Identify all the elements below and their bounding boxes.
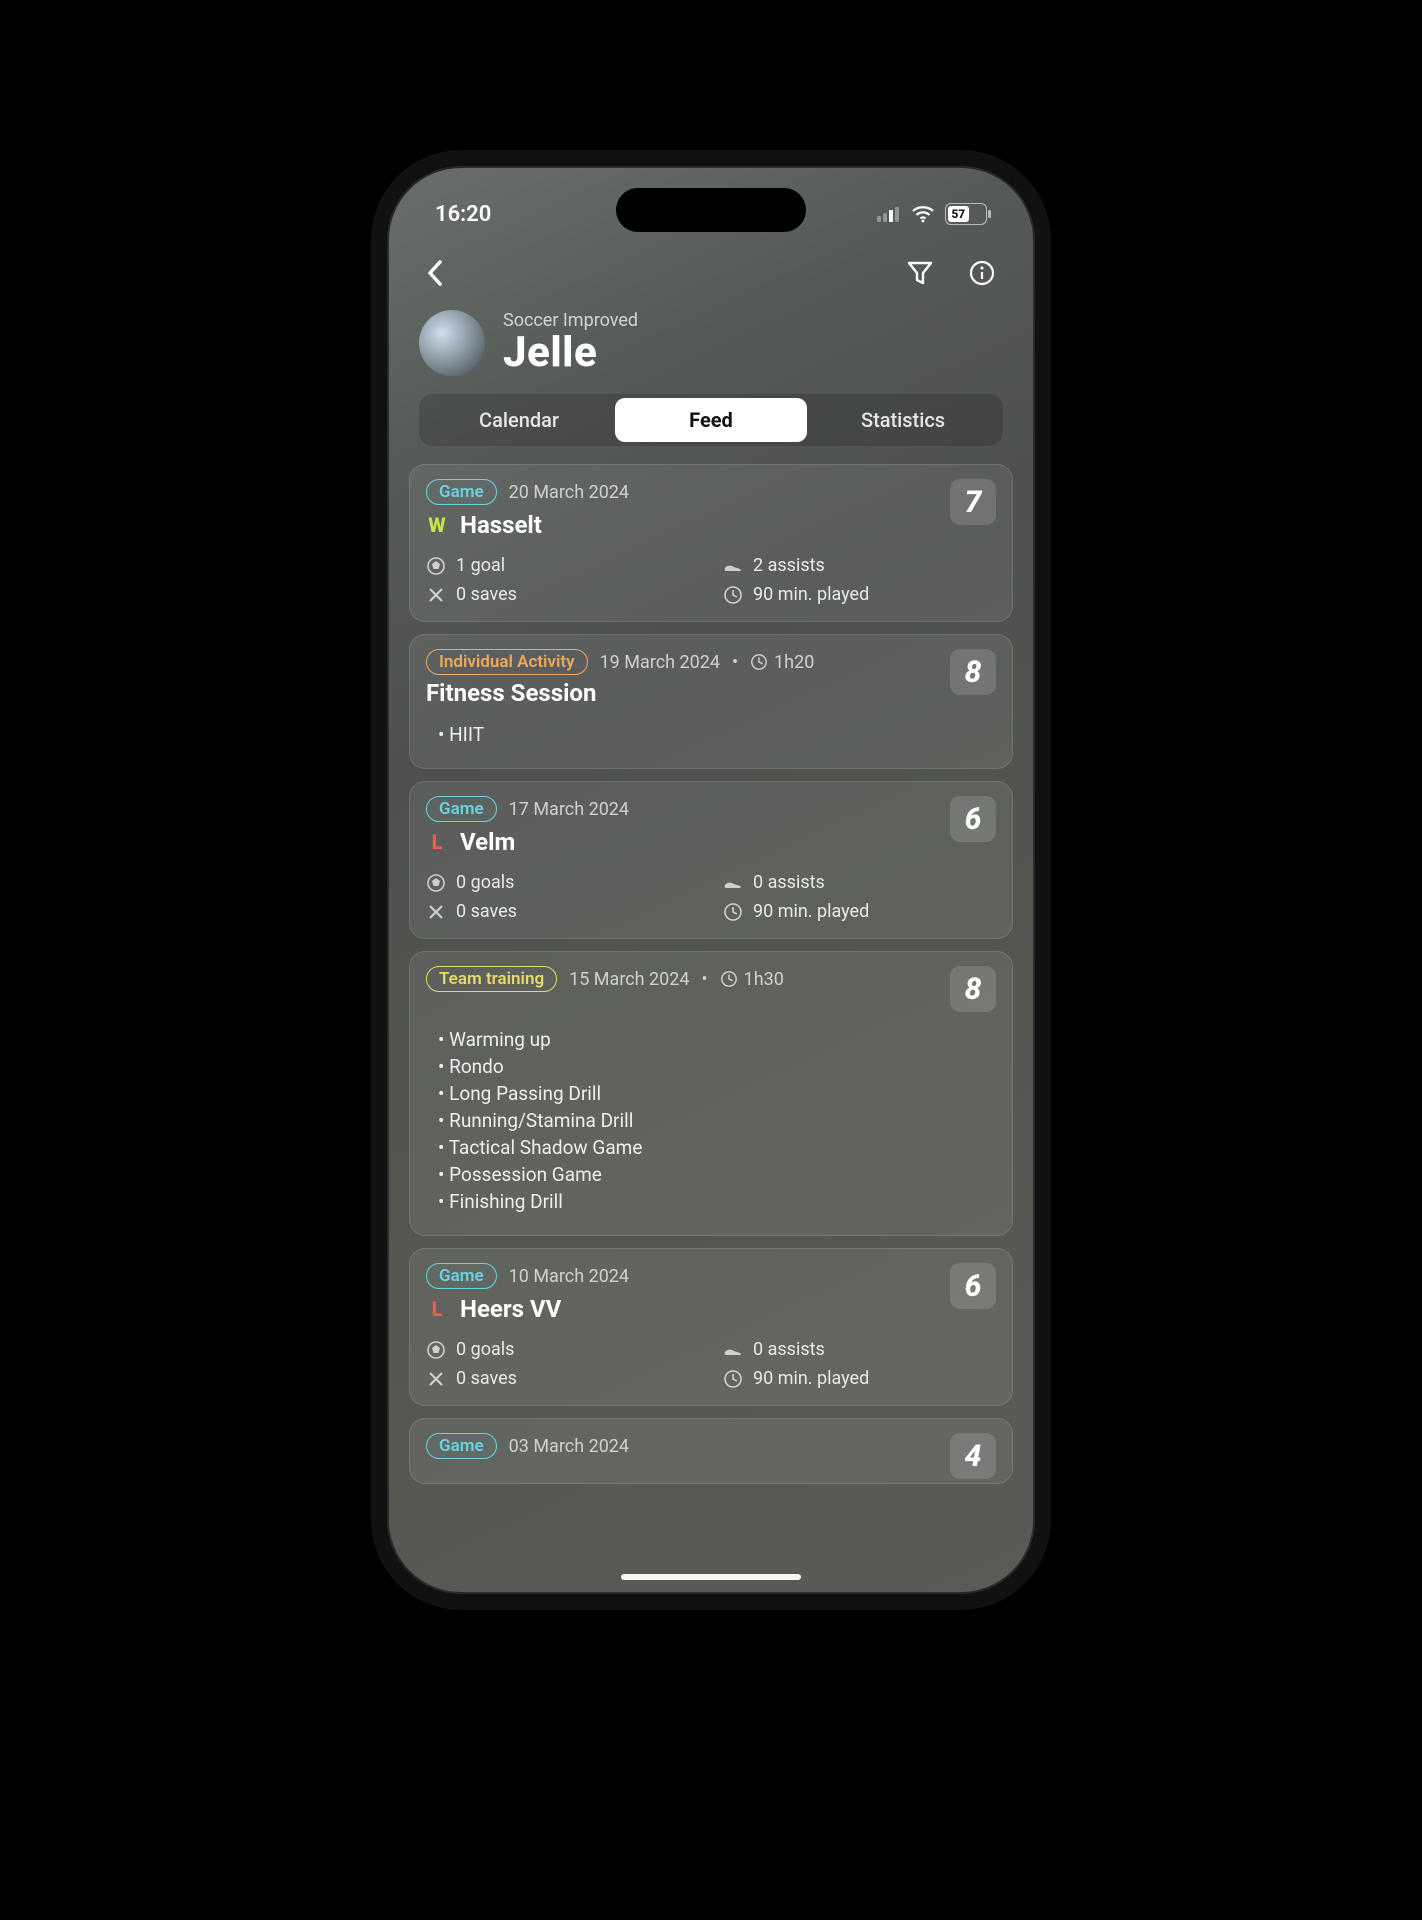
stat-goals: 1 goal — [456, 555, 505, 576]
feed-card[interactable]: Game 20 March 2024 W Hasselt 7 1 goal 2 … — [409, 464, 1013, 622]
feed-list[interactable]: Game 20 March 2024 W Hasselt 7 1 goal 2 … — [389, 464, 1033, 1514]
rating-score: 4 — [950, 1433, 996, 1479]
type-pill-team: Team training — [426, 966, 557, 992]
feed-card[interactable]: Game 10 March 2024 L Heers VV 6 0 goals … — [409, 1248, 1013, 1406]
status-time: 16:20 — [435, 202, 491, 227]
feed-card[interactable]: Team training 15 March 2024 • 1h30 8 War… — [409, 951, 1013, 1236]
clock-icon — [750, 653, 768, 671]
rating-score: 7 — [950, 479, 996, 525]
result-badge: W — [426, 513, 448, 537]
soccer-ball-icon — [426, 556, 446, 576]
result-badge: L — [426, 830, 448, 854]
top-bar — [389, 238, 1033, 300]
opponent-name: Velm — [460, 828, 515, 856]
wifi-icon — [911, 205, 935, 223]
bullet-list: HIIT — [438, 721, 996, 748]
stat-goals: 0 goals — [456, 1339, 514, 1360]
rating-score: 8 — [950, 649, 996, 695]
shoe-icon — [723, 556, 743, 576]
separator-dot: • — [732, 652, 738, 673]
type-pill-game: Game — [426, 1263, 497, 1289]
soccer-ball-icon — [426, 1340, 446, 1360]
avatar[interactable] — [419, 310, 485, 376]
stat-assists: 0 assists — [753, 1339, 825, 1360]
shoe-icon — [723, 873, 743, 893]
stat-saves: 0 saves — [456, 1368, 517, 1389]
tab-statistics[interactable]: Statistics — [807, 398, 999, 442]
feed-card[interactable]: Game 03 March 2024 4 — [409, 1418, 1013, 1484]
bullet-item: Finishing Drill — [438, 1188, 996, 1215]
bullet-item: Rondo — [438, 1053, 996, 1080]
clock-icon — [723, 1369, 743, 1389]
stat-saves: 0 saves — [456, 584, 517, 605]
card-date: 20 March 2024 — [509, 482, 629, 503]
rating-score: 6 — [950, 796, 996, 842]
stat-played: 90 min. played — [753, 584, 869, 605]
card-date: 03 March 2024 — [509, 1436, 629, 1457]
type-pill-game: Game — [426, 796, 497, 822]
stat-goals: 0 goals — [456, 872, 514, 893]
clock-icon — [720, 970, 738, 988]
profile-title: Jelle — [503, 331, 638, 375]
card-date: 15 March 2024 — [569, 969, 689, 990]
shoe-icon — [723, 1340, 743, 1360]
type-pill-individual: Individual Activity — [426, 649, 588, 675]
clock-icon — [723, 902, 743, 922]
profile-header: Soccer Improved Jelle — [389, 300, 1033, 394]
stat-played: 90 min. played — [753, 1368, 869, 1389]
battery-icon: 57 — [945, 203, 987, 225]
soccer-ball-icon — [426, 873, 446, 893]
rating-score: 8 — [950, 966, 996, 1012]
session-title: Fitness Session — [426, 679, 950, 707]
stat-played: 90 min. played — [753, 901, 869, 922]
bullet-list: Warming up Rondo Long Passing Drill Runn… — [438, 1026, 996, 1215]
opponent-name: Heers VV — [460, 1295, 561, 1323]
bullet-item: HIIT — [438, 721, 996, 748]
feed-card[interactable]: Individual Activity 19 March 2024 • 1h20… — [409, 634, 1013, 769]
clock-icon — [723, 585, 743, 605]
info-button[interactable] — [965, 256, 999, 290]
tab-feed[interactable]: Feed — [615, 398, 807, 442]
cellular-icon — [877, 206, 901, 222]
bullet-item: Long Passing Drill — [438, 1080, 996, 1107]
rating-score: 6 — [950, 1263, 996, 1309]
opponent-name: Hasselt — [460, 511, 542, 539]
dynamic-island — [616, 188, 806, 232]
stat-saves: 0 saves — [456, 901, 517, 922]
stat-assists: 0 assists — [753, 872, 825, 893]
duration: 1h30 — [720, 969, 784, 990]
battery-level: 57 — [948, 206, 969, 222]
result-badge: L — [426, 1297, 448, 1321]
type-pill-game: Game — [426, 1433, 497, 1459]
filter-button[interactable] — [903, 256, 937, 290]
bullet-item: Running/Stamina Drill — [438, 1107, 996, 1134]
bullet-item: Possession Game — [438, 1161, 996, 1188]
duration: 1h20 — [750, 652, 814, 673]
home-indicator[interactable] — [621, 1574, 801, 1580]
tab-calendar[interactable]: Calendar — [423, 398, 615, 442]
stat-assists: 2 assists — [753, 555, 825, 576]
bullet-item: Tactical Shadow Game — [438, 1134, 996, 1161]
screen: 16:20 57 — [387, 166, 1035, 1594]
type-pill-game: Game — [426, 479, 497, 505]
separator-dot: • — [702, 969, 708, 990]
x-icon — [426, 585, 446, 605]
device-frame: 16:20 57 — [371, 150, 1051, 1610]
card-date: 10 March 2024 — [509, 1266, 629, 1287]
back-button[interactable] — [419, 256, 453, 290]
x-icon — [426, 902, 446, 922]
tab-bar: Calendar Feed Statistics — [419, 394, 1003, 446]
bullet-item: Warming up — [438, 1026, 996, 1053]
x-icon — [426, 1369, 446, 1389]
card-date: 17 March 2024 — [509, 799, 629, 820]
card-date: 19 March 2024 — [600, 652, 720, 673]
feed-card[interactable]: Game 17 March 2024 L Velm 6 0 goals 0 as… — [409, 781, 1013, 939]
